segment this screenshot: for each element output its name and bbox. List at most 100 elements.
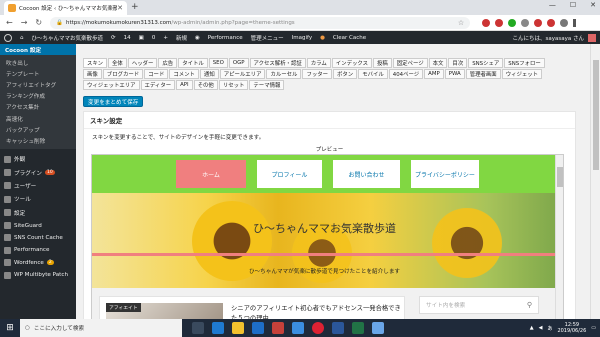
- submenu-item[interactable]: テンプレート: [0, 68, 76, 79]
- bookmark-star-icon[interactable]: ☆: [458, 19, 464, 27]
- tab-26[interactable]: 404ページ: [388, 69, 424, 79]
- tab-0[interactable]: スキン: [83, 58, 108, 68]
- submenu-item[interactable]: 吹き出し: [0, 57, 76, 68]
- tab-20[interactable]: 通知: [199, 69, 219, 79]
- tab-23[interactable]: フッター: [302, 69, 333, 79]
- url-bar[interactable]: 🔒 https://mokumokumokuren31313.com/wp-ad…: [50, 16, 471, 29]
- sidebar-item-wp-multibyte-patch[interactable]: WP Multibyte Patch: [0, 269, 76, 281]
- tab-18[interactable]: コード: [144, 69, 169, 79]
- sidebar-item-appearance[interactable]: 外観: [0, 153, 76, 166]
- extension-icon[interactable]: [508, 18, 517, 27]
- clock[interactable]: 12:59 2019/06/26: [557, 322, 586, 334]
- admin-new[interactable]: 新規: [176, 34, 187, 42]
- admin-site-name[interactable]: ひ〜ちゃんママお気楽散歩道: [32, 34, 104, 42]
- submenu-item[interactable]: ランキング作成: [0, 91, 76, 102]
- comments-count[interactable]: 0: [152, 35, 156, 41]
- sidebar-item-performance[interactable]: Performance: [0, 244, 76, 256]
- tab-25[interactable]: モバイル: [358, 69, 388, 79]
- wordpress-logo-icon[interactable]: [4, 33, 12, 42]
- new-tab-icon[interactable]: +: [131, 2, 139, 12]
- forward-icon[interactable]: →: [21, 18, 28, 27]
- preview-site-title[interactable]: ひ〜ちゃんママお気楽散歩道: [92, 220, 557, 236]
- reload-icon[interactable]: ↻: [35, 18, 42, 27]
- notifications-icon[interactable]: ▭: [591, 325, 596, 331]
- app-icon[interactable]: [352, 322, 364, 334]
- preview-article-card[interactable]: アフィエイト シニアのアフィリエイト初心者でもアドセンス一発合格できた５つの理由: [99, 296, 405, 319]
- file-explorer-icon[interactable]: [232, 322, 244, 334]
- chrome-icon[interactable]: [312, 322, 324, 334]
- tab-19[interactable]: コメント: [169, 69, 199, 79]
- preview-search-input[interactable]: サイト内を検索 ⚲: [419, 296, 539, 314]
- submenu-item[interactable]: 高速化: [0, 113, 76, 124]
- tab-6[interactable]: OGP: [228, 58, 249, 68]
- tab-17[interactable]: ブログカード: [102, 69, 144, 79]
- mail-icon[interactable]: [292, 322, 304, 334]
- admin-greeting[interactable]: こんにちは、sayasaya さん: [513, 34, 584, 42]
- tab-12[interactable]: 本文: [428, 58, 448, 68]
- app-icon[interactable]: [272, 322, 284, 334]
- tab-4[interactable]: タイトル: [178, 58, 208, 68]
- window-close-icon[interactable]: ✕: [590, 1, 596, 9]
- extension-icon[interactable]: [521, 18, 530, 27]
- taskbar-search[interactable]: ○ ここに入力して検索: [20, 319, 182, 337]
- preview-nav-profile[interactable]: プロフィール: [257, 160, 322, 188]
- tab-8[interactable]: カラム: [306, 58, 331, 68]
- task-view-icon[interactable]: [192, 322, 204, 334]
- save-all-button[interactable]: 変更をまとめて保存: [83, 96, 144, 107]
- sidebar-item-users[interactable]: ユーザー: [0, 179, 76, 192]
- app-icon[interactable]: [372, 322, 384, 334]
- page-scrollbar[interactable]: [590, 44, 600, 319]
- submenu-item[interactable]: アクセス集計: [0, 102, 76, 113]
- article-title[interactable]: シニアのアフィリエイト初心者でもアドセンス一発合格できた５つの理由: [231, 304, 401, 319]
- submenu-item[interactable]: キャッシュ削除: [0, 135, 76, 146]
- tab-22[interactable]: カルーセル: [266, 69, 302, 79]
- tab-35[interactable]: リセット: [218, 80, 249, 90]
- maximize-icon[interactable]: ☐: [570, 1, 576, 9]
- network-icon[interactable]: ▲: [530, 325, 534, 331]
- browser-tab[interactable]: Cocoon 設定 ‹ ひ〜ちゃんママお気楽散歩道 ✕: [4, 1, 127, 15]
- tab-13[interactable]: 目次: [448, 58, 468, 68]
- admin-performance[interactable]: Performance: [208, 35, 243, 41]
- admin-imagify[interactable]: Imagify: [292, 35, 312, 41]
- search-icon[interactable]: ⚲: [527, 301, 532, 309]
- tab-24[interactable]: ボタン: [333, 69, 358, 79]
- menu-icon[interactable]: [573, 18, 577, 27]
- tab-10[interactable]: 投稿: [372, 58, 392, 68]
- updates-count[interactable]: 14: [124, 35, 131, 41]
- tab-2[interactable]: ヘッダー: [127, 58, 158, 68]
- tab-31[interactable]: ウィジェットエリア: [83, 80, 140, 90]
- submenu-item[interactable]: アフィリエイトタグ: [0, 79, 76, 90]
- tab-9[interactable]: インデックス: [331, 58, 372, 68]
- windows-start-icon[interactable]: ⊞: [0, 319, 20, 337]
- tab-29[interactable]: 管理者画面: [465, 69, 501, 79]
- tab-1[interactable]: 全体: [108, 58, 127, 68]
- tab-3[interactable]: 広告: [158, 58, 178, 68]
- extension-icon[interactable]: [547, 18, 556, 27]
- tab-33[interactable]: API: [176, 80, 193, 90]
- sidebar-item-cocoon-settings[interactable]: Cocoon 設定: [0, 44, 76, 55]
- word-icon[interactable]: [332, 322, 344, 334]
- tab-16[interactable]: 画像: [83, 69, 102, 79]
- admin-menu[interactable]: 管理メニュー: [251, 34, 284, 42]
- tab-28[interactable]: PWA: [444, 69, 465, 79]
- close-tab-icon[interactable]: ✕: [117, 4, 123, 12]
- admin-clear-cache[interactable]: Clear Cache: [333, 35, 366, 41]
- sidebar-item-sns-count-cache[interactable]: SNS Count Cache: [0, 232, 76, 244]
- store-icon[interactable]: [252, 322, 264, 334]
- back-icon[interactable]: ←: [6, 18, 13, 27]
- avatar[interactable]: [588, 33, 596, 42]
- tab-36[interactable]: テーマ情報: [249, 80, 285, 90]
- extension-icon[interactable]: [495, 18, 504, 27]
- tab-15[interactable]: SNSフォロー: [504, 58, 545, 68]
- volume-icon[interactable]: ◀: [539, 325, 543, 331]
- tab-34[interactable]: その他: [193, 80, 218, 90]
- preview-scrollbar[interactable]: [555, 155, 563, 319]
- profile-icon[interactable]: [560, 18, 569, 27]
- sidebar-item-wordfence[interactable]: Wordfence 2: [0, 257, 76, 269]
- tab-27[interactable]: AMP: [424, 69, 444, 79]
- tab-11[interactable]: 固定ページ: [392, 58, 428, 68]
- tab-32[interactable]: エディター: [140, 80, 176, 90]
- tab-30[interactable]: ウィジェット: [501, 69, 543, 79]
- preview-nav-contact[interactable]: お問い合わせ: [333, 160, 400, 188]
- tab-14[interactable]: SNSシェア: [468, 58, 504, 68]
